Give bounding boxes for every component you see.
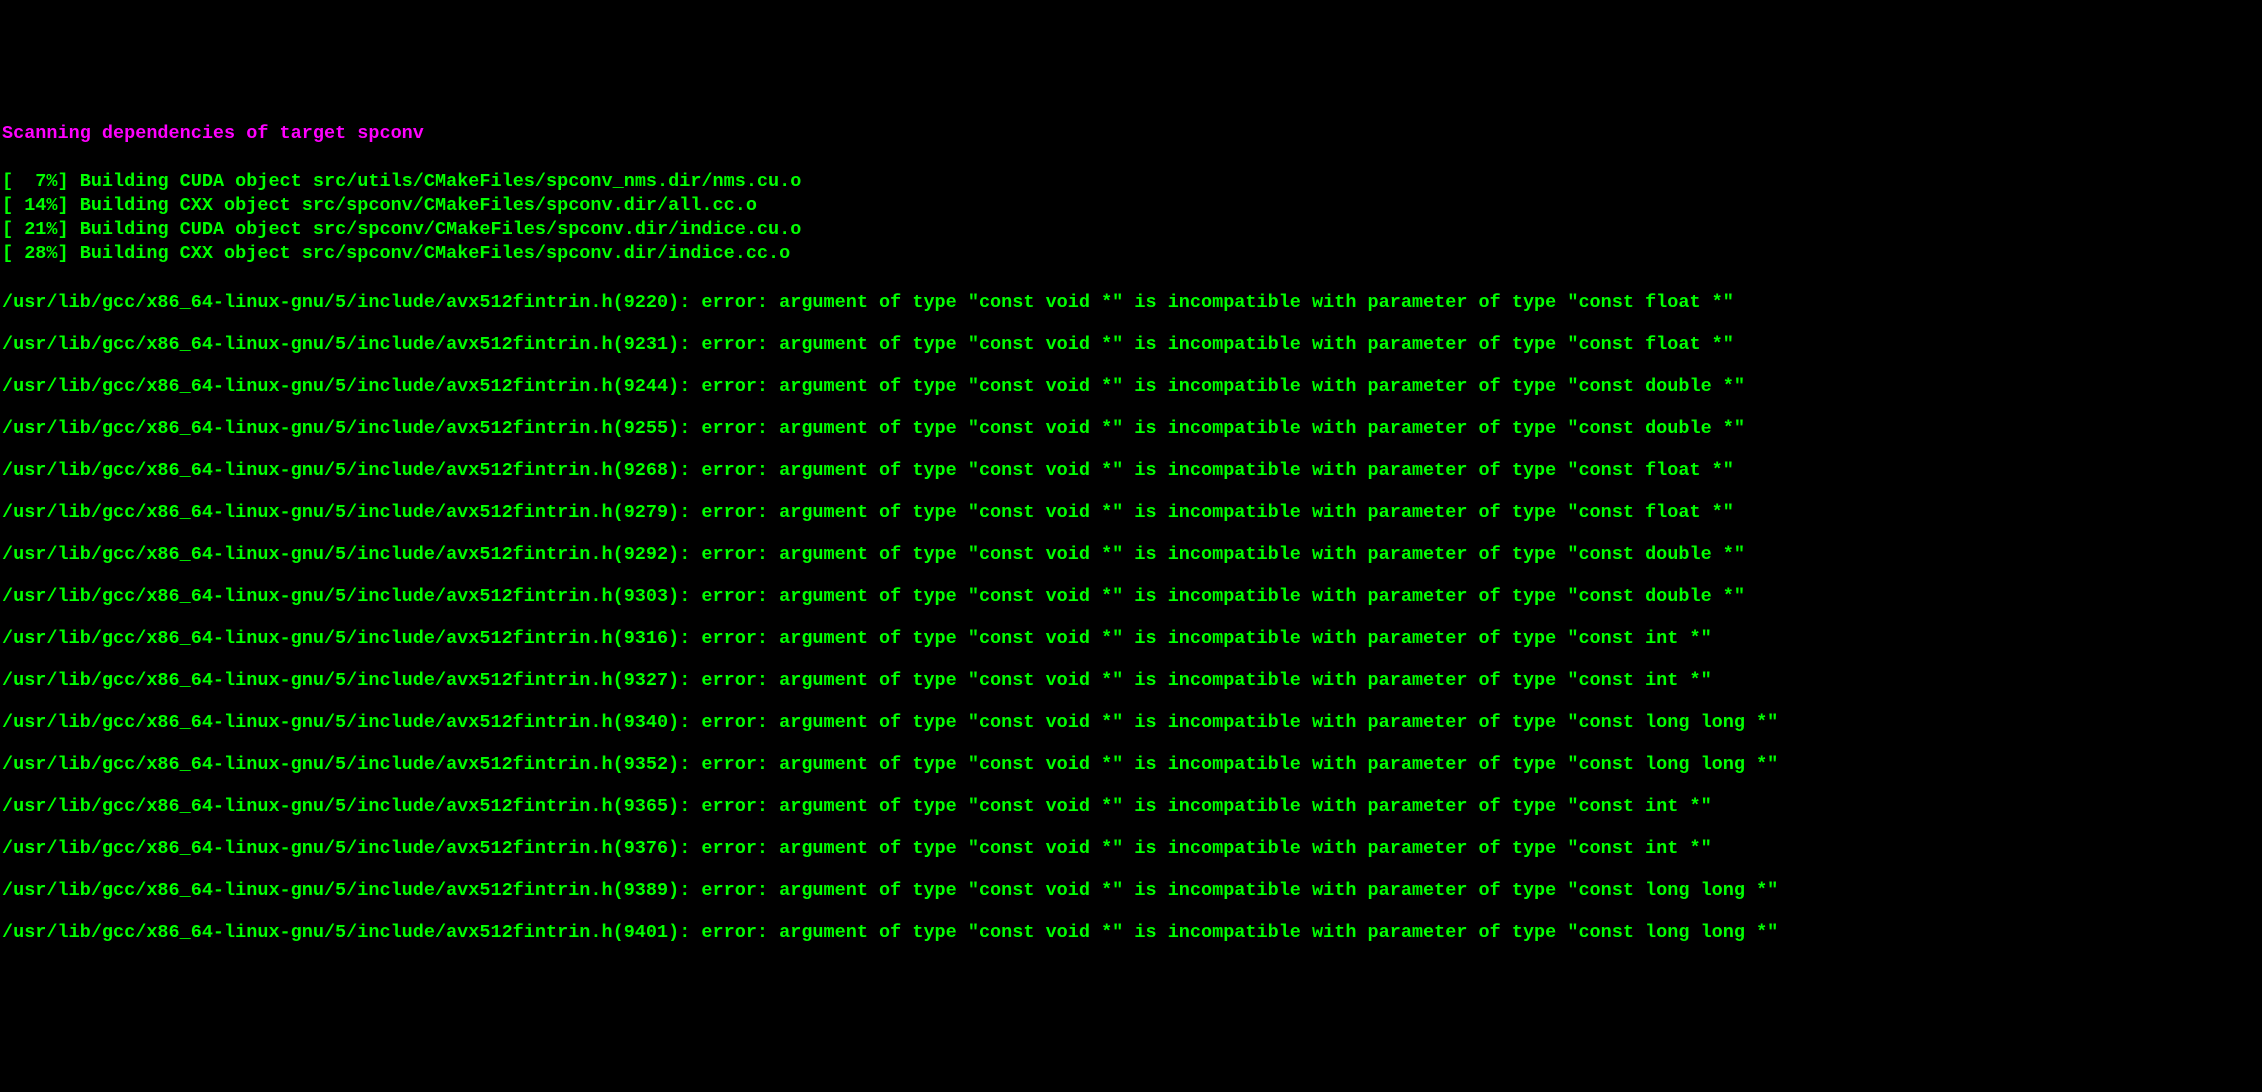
- build-percent: [ 21%]: [2, 219, 69, 240]
- build-line: [ 14%] Building CXX object src/spconv/CM…: [2, 194, 2260, 218]
- build-line: [ 7%] Building CUDA object src/utils/CMa…: [2, 170, 2260, 194]
- compiler-error-line: /usr/lib/gcc/x86_64-linux-gnu/5/include/…: [2, 711, 2260, 735]
- compiler-error-line: /usr/lib/gcc/x86_64-linux-gnu/5/include/…: [2, 921, 2260, 945]
- compiler-error-line: /usr/lib/gcc/x86_64-linux-gnu/5/include/…: [2, 837, 2260, 861]
- compiler-errors: /usr/lib/gcc/x86_64-linux-gnu/5/include/…: [2, 291, 2260, 946]
- compiler-error-line: /usr/lib/gcc/x86_64-linux-gnu/5/include/…: [2, 753, 2260, 777]
- compiler-error-line: /usr/lib/gcc/x86_64-linux-gnu/5/include/…: [2, 879, 2260, 903]
- build-text: Building CXX object src/spconv/CMakeFile…: [69, 243, 791, 264]
- scanning-header: Scanning dependencies of target spconv: [2, 122, 2260, 146]
- compiler-error-line: /usr/lib/gcc/x86_64-linux-gnu/5/include/…: [2, 333, 2260, 357]
- compiler-error-line: /usr/lib/gcc/x86_64-linux-gnu/5/include/…: [2, 291, 2260, 315]
- build-percent: [ 28%]: [2, 243, 69, 264]
- compiler-error-line: /usr/lib/gcc/x86_64-linux-gnu/5/include/…: [2, 459, 2260, 483]
- build-percent: [ 14%]: [2, 195, 69, 216]
- compiler-error-line: /usr/lib/gcc/x86_64-linux-gnu/5/include/…: [2, 417, 2260, 441]
- build-text: Building CXX object src/spconv/CMakeFile…: [69, 195, 757, 216]
- compiler-error-line: /usr/lib/gcc/x86_64-linux-gnu/5/include/…: [2, 375, 2260, 399]
- compiler-error-line: /usr/lib/gcc/x86_64-linux-gnu/5/include/…: [2, 669, 2260, 693]
- build-text: Building CUDA object src/utils/CMakeFile…: [69, 171, 802, 192]
- compiler-error-line: /usr/lib/gcc/x86_64-linux-gnu/5/include/…: [2, 543, 2260, 567]
- compiler-error-line: /usr/lib/gcc/x86_64-linux-gnu/5/include/…: [2, 627, 2260, 651]
- build-percent: [ 7%]: [2, 171, 69, 192]
- compiler-error-line: /usr/lib/gcc/x86_64-linux-gnu/5/include/…: [2, 501, 2260, 525]
- build-text: Building CUDA object src/spconv/CMakeFil…: [69, 219, 802, 240]
- build-line: [ 21%] Building CUDA object src/spconv/C…: [2, 218, 2260, 242]
- compiler-error-line: /usr/lib/gcc/x86_64-linux-gnu/5/include/…: [2, 795, 2260, 819]
- compiler-error-line: /usr/lib/gcc/x86_64-linux-gnu/5/include/…: [2, 585, 2260, 609]
- build-line: [ 28%] Building CXX object src/spconv/CM…: [2, 242, 2260, 266]
- build-progress-lines: [ 7%] Building CUDA object src/utils/CMa…: [2, 170, 2260, 266]
- terminal-output: Scanning dependencies of target spconv […: [2, 98, 2260, 969]
